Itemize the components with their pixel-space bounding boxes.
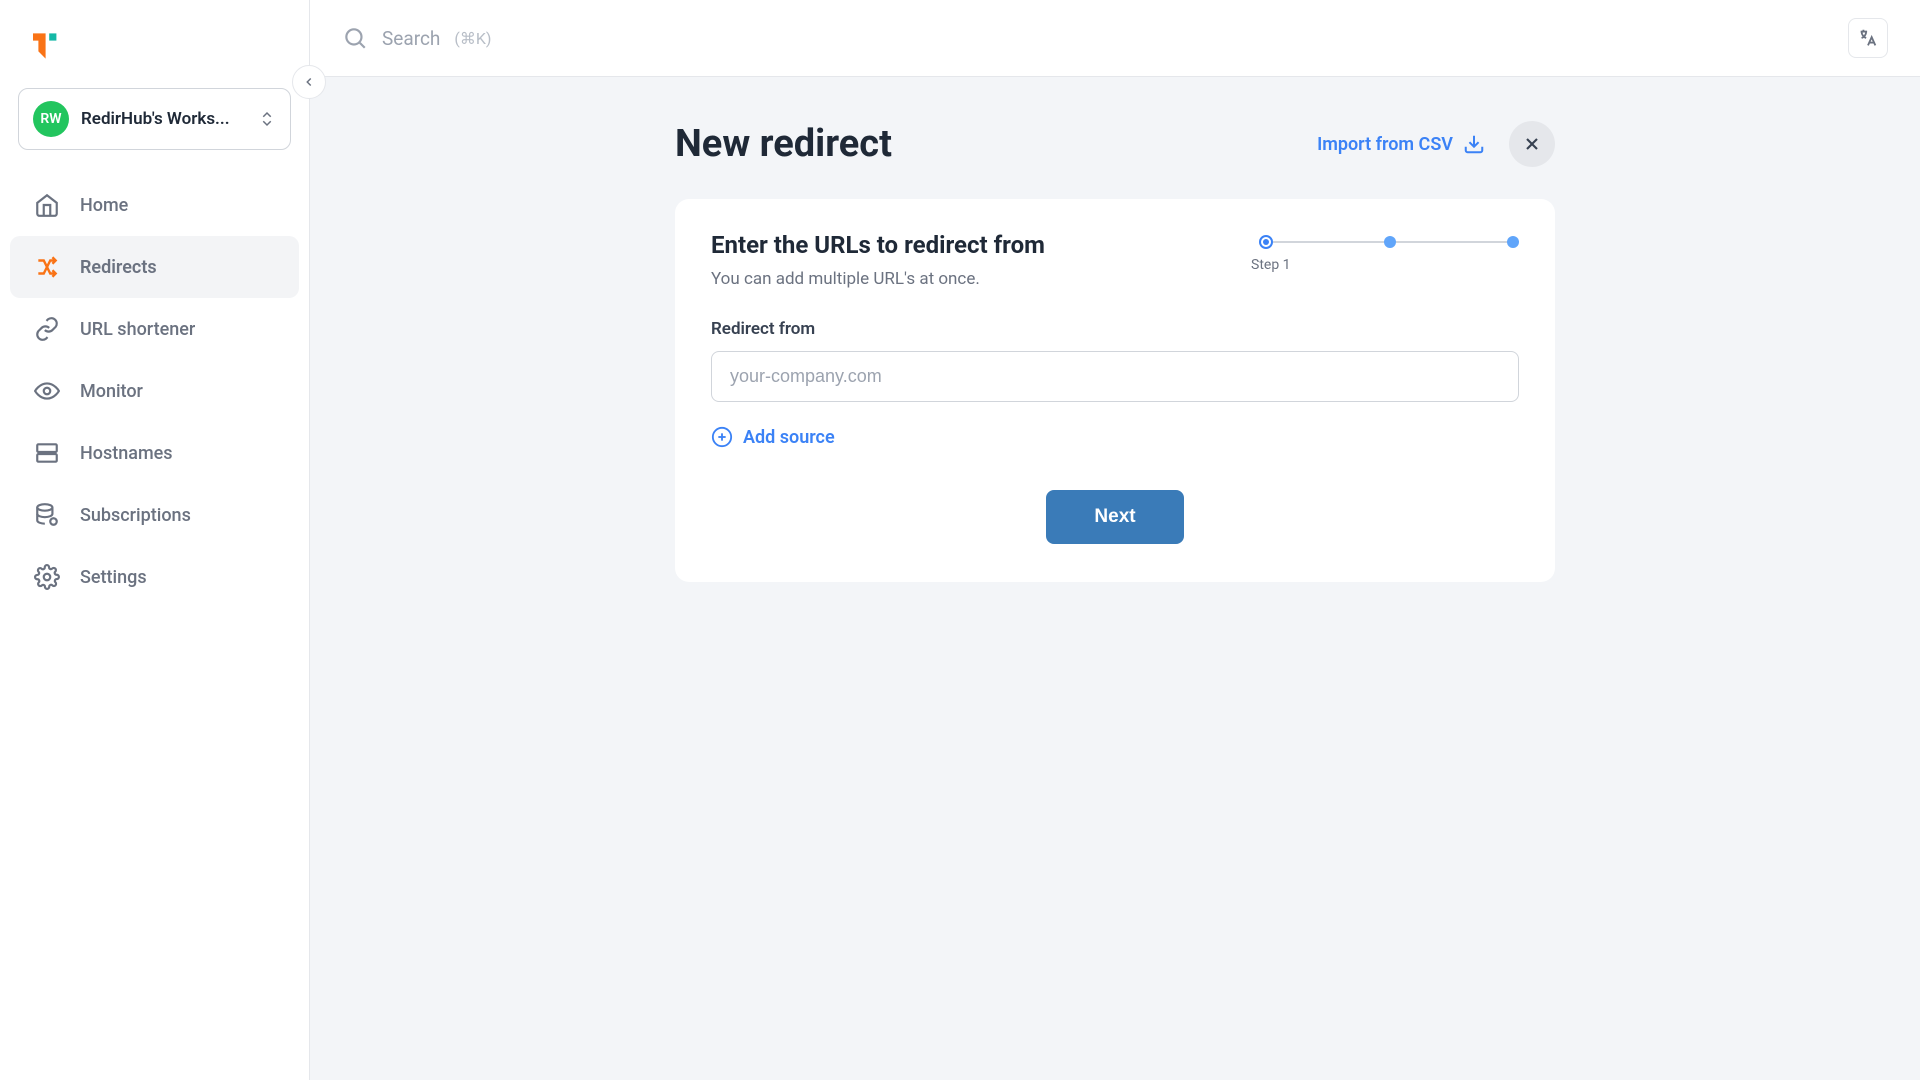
import-csv-label: Import from CSV [1317,134,1453,155]
workspace-selector[interactable]: RW RedirHub's Works... [18,88,291,150]
plus-circle-icon [711,426,733,448]
redirect-form-card: Enter the URLs to redirect from You can … [675,199,1555,582]
sidebar-item-label: Redirects [80,257,157,278]
step-line [1396,241,1507,243]
search-input[interactable]: Search (⌘K) [342,25,1830,51]
card-subtitle: You can add multiple URL's at once. [711,269,1219,289]
sidebar-item-redirects[interactable]: Redirects [10,236,299,298]
sidebar-item-settings[interactable]: Settings [10,546,299,608]
step-3-dot [1507,236,1519,248]
sidebar-item-label: Subscriptions [80,505,191,526]
content: New redirect Import from CSV [310,77,1920,1080]
database-icon [34,502,60,528]
main: Search (⌘K) New redirect [310,0,1920,1080]
search-icon [342,25,368,51]
step-line [1273,241,1384,243]
chevrons-up-down-icon [258,110,276,128]
sidebar-item-label: Home [80,195,128,216]
sidebar-collapse-button[interactable] [292,65,326,99]
sidebar-item-monitor[interactable]: Monitor [10,360,299,422]
add-source-button[interactable]: Add source [711,426,1519,448]
workspace-name: RedirHub's Works... [81,109,246,129]
translate-icon [1857,27,1879,49]
sidebar-item-label: Settings [80,567,147,588]
link-icon [34,316,60,342]
add-source-label: Add source [743,427,835,448]
server-icon [34,440,60,466]
import-csv-button[interactable]: Import from CSV [1317,133,1485,155]
sidebar-item-hostnames[interactable]: Hostnames [10,422,299,484]
sidebar-item-home[interactable]: Home [10,174,299,236]
redirect-from-label: Redirect from [711,319,1519,339]
page-header: New redirect Import from CSV [675,121,1555,167]
sidebar-item-label: Hostnames [80,443,173,464]
step-label: Step 1 [1251,257,1291,273]
search-shortcut: (⌘K) [454,29,491,48]
sidebar-item-subscriptions[interactable]: Subscriptions [10,484,299,546]
step-1-dot [1259,235,1273,249]
redirect-from-input[interactable] [711,351,1519,402]
close-icon [1522,134,1542,154]
page-title: New redirect [675,122,892,166]
sidebar-nav: Home Redirects [0,174,309,608]
home-icon [34,192,60,218]
search-label: Search [382,27,440,50]
workspace-avatar: RW [33,101,69,137]
card-title: Enter the URLs to redirect from [711,231,1219,259]
sidebar-item-url-shortener[interactable]: URL shortener [10,298,299,360]
gear-icon [34,564,60,590]
stepper: Step 1 [1259,231,1519,273]
app-logo [0,16,309,88]
shuffle-icon [34,254,60,280]
close-button[interactable] [1509,121,1555,167]
eye-icon [34,378,60,404]
download-icon [1463,133,1485,155]
sidebar: RW RedirHub's Works... Home [0,0,310,1080]
next-button[interactable]: Next [1046,490,1183,544]
step-2-dot [1384,236,1396,248]
topbar: Search (⌘K) [310,0,1920,77]
sidebar-item-label: Monitor [80,381,143,402]
sidebar-item-label: URL shortener [80,319,195,340]
translate-button[interactable] [1848,18,1888,58]
